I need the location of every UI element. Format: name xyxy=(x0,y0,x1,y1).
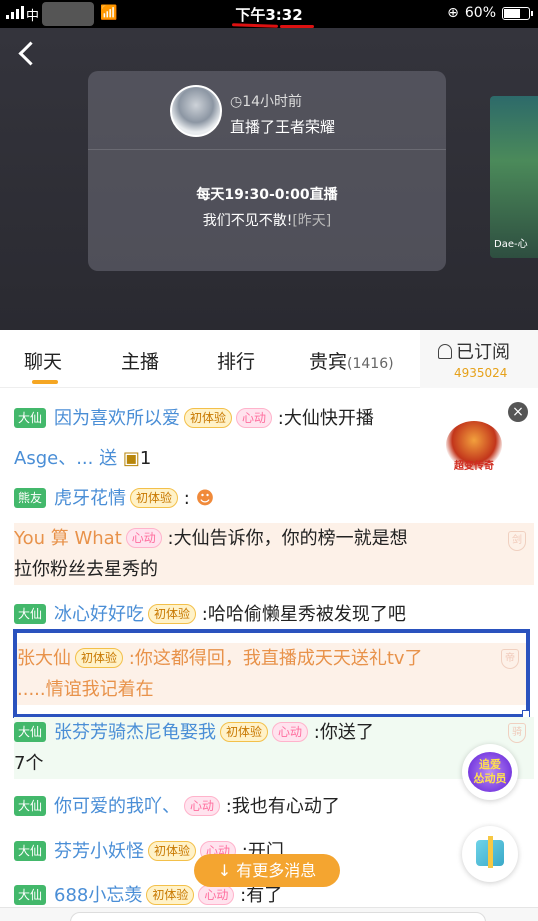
message-text: :大仙快开播 xyxy=(277,408,374,429)
newbie-tag: 初体验 xyxy=(148,604,197,624)
streamer-avatar[interactable] xyxy=(170,85,222,137)
event-badge-label: 追爱 怂动员 xyxy=(468,752,512,792)
username[interactable]: 冰心好好吃 xyxy=(54,604,144,625)
fan-badge: 大仙 xyxy=(14,796,47,816)
message-text: :有了 xyxy=(240,885,283,906)
last-live-time: ◷14小时前 xyxy=(230,94,303,110)
related-stream-thumbnail[interactable]: Dae-心 xyxy=(490,96,538,258)
heart-tag: 心动 xyxy=(125,528,162,548)
chat-input[interactable] xyxy=(70,912,486,921)
username[interactable]: 你可爱的我吖、 xyxy=(54,796,180,817)
tab-vip-count: (1416) xyxy=(347,356,394,372)
chat-message: 大仙 冰心好好吃 初体验 :哈哈偷懒星秀被发现了吧 xyxy=(14,599,534,630)
last-game: 直播了王者荣耀 xyxy=(230,118,336,136)
chat-message-highlighted: 大仙 张芬芳骑杰尼龟娶我 初体验 心动 :你送了 7个 骑 xyxy=(14,717,534,779)
schedule-line-2: 我们不见不散![昨天] xyxy=(88,210,446,230)
chat-message: 熊友 虎牙花情 初体验 : ☻ xyxy=(14,483,534,514)
fan-badge: 大仙 xyxy=(14,722,47,742)
offline-card: ◷14小时前 直播了王者荣耀 每天19:30-0:00直播 我们不见不散![昨天… xyxy=(88,71,446,271)
heart-tag: 心动 xyxy=(272,722,309,742)
username[interactable]: 因为喜欢所以爱 xyxy=(54,408,180,429)
tab-vip-label: 贵宾 xyxy=(309,351,348,373)
fan-badge: 大仙 xyxy=(14,408,47,428)
subscribe-label: 已订阅 xyxy=(456,342,510,363)
shield-icon: 骑 xyxy=(508,723,526,743)
tab-anchor[interactable]: 主播 xyxy=(121,347,159,374)
newbie-tag: 初体验 xyxy=(130,488,179,508)
gift-box-button[interactable] xyxy=(462,826,518,882)
schedule-text: 我们不见不散! xyxy=(202,213,293,229)
active-tab-indicator xyxy=(32,380,58,384)
fan-badge: 大仙 xyxy=(14,841,47,861)
schedule-line-1: 每天19:30-0:00直播 xyxy=(196,187,338,203)
heart-tag: 心动 xyxy=(198,885,235,905)
newbie-tag: 初体验 xyxy=(220,722,269,742)
bottom-input-bar xyxy=(0,907,538,921)
tab-bar: 聊天 主播 排行 贵宾(1416) 已订阅 4935024 xyxy=(0,330,538,388)
gift-icon: ▣ xyxy=(122,448,140,469)
fan-badge: 大仙 xyxy=(14,604,47,624)
subscribe-button[interactable]: 已订阅 4935024 xyxy=(420,330,538,388)
schedule-tag: [昨天] xyxy=(292,213,332,229)
fan-badge: 大仙 xyxy=(14,885,47,905)
battery-percent: 60% xyxy=(464,5,496,21)
message-text: :哈哈偷懒星秀被发现了吧 xyxy=(201,604,406,625)
bell-icon xyxy=(438,343,452,359)
newbie-tag: 初体验 xyxy=(146,885,195,905)
message-text: :大仙告诉你，你的榜一就是想 xyxy=(167,528,408,549)
message-text: :你送了 xyxy=(313,722,374,743)
username[interactable]: 张芬芳骑杰尼龟娶我 xyxy=(54,722,216,743)
emoji-icon: ☻ xyxy=(195,488,215,509)
heart-tag: 心动 xyxy=(236,408,273,428)
chat-list[interactable]: × 超变传奇 大仙 因为喜欢所以爱 初体验 心动 :大仙快开播 Asge、... 送 … xyxy=(0,389,538,921)
tab-vip[interactable]: 贵宾(1416) xyxy=(309,347,394,374)
heart-tag: 心动 xyxy=(184,796,221,816)
chat-message-highlighted: You 算 What 心动 :大仙告诉你，你的榜一就是想 拉你粉丝去星秀的 剑 xyxy=(14,523,534,585)
battery-icon xyxy=(502,6,533,20)
tab-chat[interactable]: 聊天 xyxy=(24,347,62,374)
tab-rank[interactable]: 排行 xyxy=(217,347,255,374)
status-bar: 中 📶 下午3:32 ⊕ 60% xyxy=(0,0,538,28)
gift-count: 1 xyxy=(139,448,152,469)
message-text-cont: 拉你粉丝去星秀的 xyxy=(14,559,158,580)
related-stream-caption: Dae-心 xyxy=(494,239,528,250)
back-icon[interactable] xyxy=(16,42,38,64)
message-text: : xyxy=(183,488,190,509)
event-badge-button[interactable]: 追爱 怂动员 xyxy=(462,744,518,800)
username[interactable]: 芬芳小妖怪 xyxy=(54,841,144,862)
gift-box-ribbon xyxy=(488,836,493,868)
rotation-lock-icon: ⊕ xyxy=(447,5,459,21)
username[interactable]: You 算 What xyxy=(14,528,122,549)
newbie-tag: 初体验 xyxy=(184,408,233,428)
blue-annotation-box xyxy=(13,629,530,718)
card-divider xyxy=(88,149,446,150)
message-text: :我也有心动了 xyxy=(225,796,340,817)
subscriber-count: 4935024 xyxy=(454,366,508,380)
chat-message: 大仙 因为喜欢所以爱 初体验 心动 :大仙快开播 xyxy=(14,403,534,434)
message-text-cont: 7个 xyxy=(14,753,44,774)
newbie-tag: 初体验 xyxy=(148,841,197,861)
username[interactable]: 虎牙花情 xyxy=(54,488,126,509)
chat-message: 大仙 你可爱的我吖、 心动 :我也有心动了 xyxy=(14,791,534,822)
username[interactable]: 688小忘羡 xyxy=(54,885,142,906)
gift-message: Asge、... 送 ▣1 xyxy=(14,443,534,474)
more-messages-button[interactable]: ↓ 有更多消息 xyxy=(194,854,340,887)
shield-icon: 剑 xyxy=(508,531,526,551)
gift-sender[interactable]: Asge、... 送 xyxy=(14,448,117,469)
fan-badge: 熊友 xyxy=(14,488,47,508)
video-area: ◷14小时前 直播了王者荣耀 每天19:30-0:00直播 我们不见不散![昨天… xyxy=(0,28,538,330)
